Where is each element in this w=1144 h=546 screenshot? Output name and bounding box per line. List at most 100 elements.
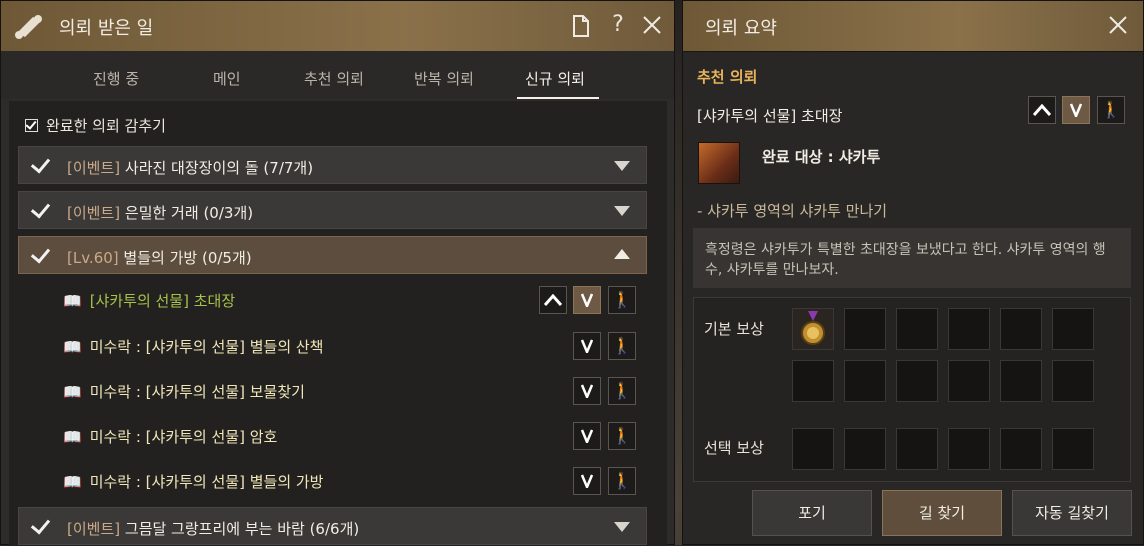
category-row[interactable]: [이벤트] 사라진 대장장이의 돌 (7/7개) bbox=[18, 146, 647, 184]
choice-reward-slot[interactable] bbox=[844, 428, 886, 470]
category-name: 은밀한 거래 bbox=[124, 204, 199, 222]
reward-slot[interactable] bbox=[1000, 308, 1042, 350]
choice-reward-slot[interactable] bbox=[1000, 428, 1042, 470]
tab-repeat[interactable]: 반복 의뢰 bbox=[414, 68, 474, 89]
close-icon[interactable] bbox=[641, 15, 663, 37]
accept-quest-button[interactable] bbox=[539, 286, 567, 314]
quest-list-window: 의뢰 받은 일 ? 진행 중 메인 추천 의뢰 반복 의뢰 신규 의뢰 완료한 … bbox=[0, 0, 675, 546]
quest-name: 미수락 : [샤카투의 선물] 별들의 가방 bbox=[89, 473, 324, 491]
completion-target: 완료 대상 : 샤카투 bbox=[762, 148, 881, 166]
expand-quest-button[interactable] bbox=[573, 467, 601, 495]
category-row[interactable]: [이벤트] 그믐달 그랑프리에 부는 바람 (6/6개) bbox=[18, 507, 647, 545]
reward-slot[interactable] bbox=[948, 360, 990, 402]
quest-item[interactable]: 📖 미수락 : [샤카투의 선물] 보물찾기 bbox=[63, 381, 305, 402]
book-icon: 📖 bbox=[63, 428, 82, 446]
close-icon[interactable] bbox=[1107, 15, 1129, 37]
category-count: (7/7개) bbox=[263, 159, 314, 177]
check-icon bbox=[30, 198, 51, 219]
book-icon: 📖 bbox=[63, 338, 82, 356]
category-count: (0/3개) bbox=[203, 204, 254, 222]
quest-title: [샤카투의 선물] 초대장 bbox=[697, 107, 843, 125]
tab-in-progress[interactable]: 진행 중 bbox=[93, 68, 139, 89]
navigate-walk-icon[interactable]: 🚶 bbox=[608, 377, 636, 405]
hide-completed-checkbox[interactable]: 완료한 의뢰 감추기 bbox=[25, 115, 166, 136]
choice-reward-slot[interactable] bbox=[792, 428, 834, 470]
checkbox-checked-icon[interactable] bbox=[25, 119, 38, 132]
expand-arrow-icon[interactable] bbox=[614, 161, 630, 171]
category-name: 그믐달 그랑프리에 부는 바람 bbox=[124, 520, 305, 538]
expand-quest-button[interactable] bbox=[1062, 96, 1090, 124]
category-count: (6/6개) bbox=[309, 520, 360, 538]
navigate-walk-icon[interactable]: 🚶 bbox=[608, 286, 636, 314]
npc-portrait bbox=[698, 142, 740, 184]
tab-recommended[interactable]: 추천 의뢰 bbox=[304, 68, 364, 89]
category-prefix: [이벤트] bbox=[67, 204, 121, 222]
scroll-icon bbox=[11, 11, 45, 41]
expand-quest-button[interactable] bbox=[573, 286, 601, 314]
medal-icon bbox=[801, 311, 825, 345]
navigate-walk-icon[interactable]: 🚶 bbox=[1097, 96, 1125, 124]
window-title: 의뢰 요약 bbox=[705, 18, 777, 39]
book-icon: 📖 bbox=[63, 292, 82, 310]
basic-reward-label: 기본 보상 bbox=[704, 320, 764, 338]
window-header: 의뢰 요약 bbox=[683, 1, 1143, 52]
expand-quest-button[interactable] bbox=[573, 422, 601, 450]
abandon-button[interactable]: 포기 bbox=[752, 490, 872, 536]
navigate-walk-icon[interactable]: 🚶 bbox=[608, 422, 636, 450]
tab-bar: 진행 중 메인 추천 의뢰 반복 의뢰 신규 의뢰 bbox=[1, 51, 674, 99]
quest-item[interactable]: 📖 미수락 : [샤카투의 선물] 별들의 가방 bbox=[63, 471, 324, 492]
document-icon[interactable] bbox=[571, 15, 591, 37]
category-prefix: [이벤트] bbox=[67, 520, 121, 538]
navigate-walk-icon[interactable]: 🚶 bbox=[608, 467, 636, 495]
category-row-expanded[interactable]: [Lv.60] 별들의 가방 (0/5개) bbox=[18, 236, 647, 274]
expand-quest-button[interactable] bbox=[573, 332, 601, 360]
choice-reward-slot[interactable] bbox=[896, 428, 938, 470]
category-prefix: [이벤트] bbox=[67, 159, 121, 177]
category-name: 별들의 가방 bbox=[123, 249, 198, 267]
quest-name: 미수락 : [샤카투의 선물] 별들의 산책 bbox=[89, 338, 324, 356]
book-icon: 📖 bbox=[63, 473, 82, 491]
quest-item[interactable]: 📖 미수락 : [샤카투의 선물] 별들의 산책 bbox=[63, 336, 324, 357]
category-name: 사라진 대장장이의 돌 bbox=[124, 159, 259, 177]
check-icon bbox=[30, 514, 51, 535]
choice-reward-slot[interactable] bbox=[948, 428, 990, 470]
collapse-arrow-icon[interactable] bbox=[614, 249, 630, 259]
tab-new[interactable]: 신규 의뢰 bbox=[525, 68, 585, 89]
tab-main[interactable]: 메인 bbox=[213, 68, 241, 89]
reward-slot[interactable] bbox=[948, 308, 990, 350]
quest-objective: - 샤카투 영역의 샤카투 만나기 bbox=[697, 202, 888, 220]
reward-slot[interactable] bbox=[844, 360, 886, 402]
auto-navigate-button[interactable]: 자동 길찾기 bbox=[1012, 490, 1132, 536]
quest-name: 미수락 : [샤카투의 선물] 암호 bbox=[89, 428, 278, 446]
category-row[interactable]: [이벤트] 은밀한 거래 (0/3개) bbox=[18, 191, 647, 229]
reward-slot-medal[interactable] bbox=[792, 308, 834, 350]
choice-reward-label: 선택 보상 bbox=[704, 439, 764, 457]
quest-item[interactable]: 📖 [샤카투의 선물] 초대장 bbox=[63, 290, 235, 311]
quest-name: [샤카투의 선물] 초대장 bbox=[89, 292, 236, 310]
navigate-walk-icon[interactable]: 🚶 bbox=[608, 332, 636, 360]
help-icon[interactable]: ? bbox=[607, 12, 629, 37]
active-tab-underline bbox=[517, 97, 599, 99]
category-count: (0/5개) bbox=[201, 249, 252, 267]
hide-completed-label: 완료한 의뢰 감추기 bbox=[46, 117, 166, 135]
quest-description: 흑정령은 샤카투가 특별한 초대장을 보냈다고 한다. 샤카투 영역의 행수, … bbox=[705, 242, 1106, 278]
expand-quest-button[interactable] bbox=[573, 377, 601, 405]
check-icon bbox=[30, 243, 51, 264]
reward-slot[interactable] bbox=[1052, 360, 1094, 402]
window-header: 의뢰 받은 일 ? bbox=[1, 1, 674, 52]
reward-slot[interactable] bbox=[896, 308, 938, 350]
reward-slot[interactable] bbox=[792, 360, 834, 402]
quest-name: 미수락 : [샤카투의 선물] 보물찾기 bbox=[89, 383, 305, 401]
book-icon: 📖 bbox=[63, 383, 82, 401]
expand-arrow-icon[interactable] bbox=[614, 206, 630, 216]
reward-slot[interactable] bbox=[1052, 308, 1094, 350]
expand-arrow-icon[interactable] bbox=[614, 522, 630, 532]
choice-reward-slot[interactable] bbox=[1052, 428, 1094, 470]
quest-item[interactable]: 📖 미수락 : [샤카투의 선물] 암호 bbox=[63, 426, 277, 447]
category-prefix: [Lv.60] bbox=[67, 249, 119, 267]
reward-slot[interactable] bbox=[1000, 360, 1042, 402]
accept-quest-button[interactable] bbox=[1028, 96, 1056, 124]
navigate-button[interactable]: 길 찾기 bbox=[882, 490, 1002, 536]
reward-slot[interactable] bbox=[844, 308, 886, 350]
reward-slot[interactable] bbox=[896, 360, 938, 402]
